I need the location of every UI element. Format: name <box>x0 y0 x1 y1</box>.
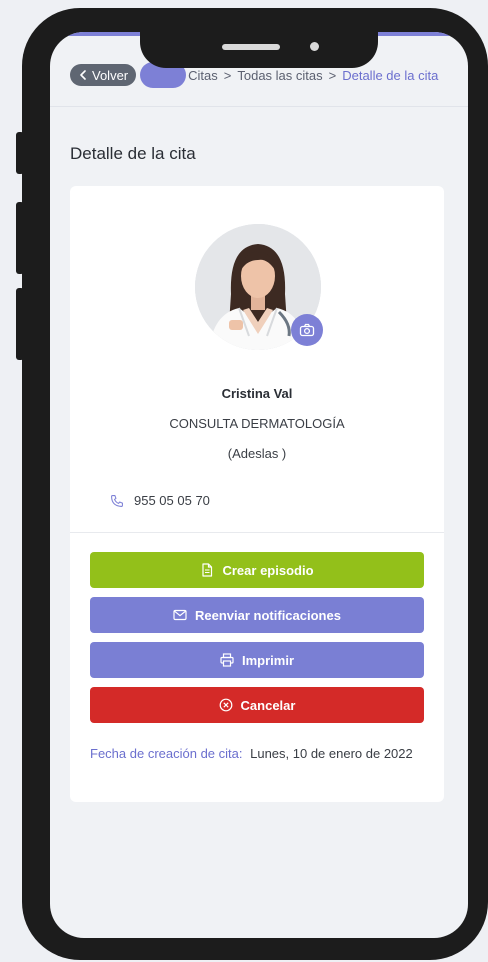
patient-name: Cristina Val <box>221 386 293 401</box>
avatar-container <box>195 224 323 350</box>
breadcrumb-separator: > <box>328 67 337 83</box>
change-photo-button[interactable] <box>291 314 323 346</box>
phone-notch <box>140 32 378 68</box>
creation-date-label: Fecha de creación de cita: <box>90 746 243 761</box>
create-episode-button[interactable]: Crear episodio <box>90 552 424 588</box>
phone-screen: Volver Citas > Todas las citas > Detalle… <box>50 32 468 938</box>
create-episode-label: Crear episodio <box>222 562 314 578</box>
breadcrumb-todas-las-citas[interactable]: Todas las citas <box>237 68 322 83</box>
resend-notifications-label: Reenviar notificaciones <box>195 607 341 623</box>
camera-icon <box>299 323 315 337</box>
breadcrumb-detalle: Detalle de la cita <box>342 67 439 83</box>
phone-contact[interactable]: 955 05 05 70 <box>110 493 210 508</box>
breadcrumb-citas[interactable]: Citas <box>188 68 218 83</box>
cancel-circle-icon <box>219 698 232 712</box>
document-icon <box>202 563 213 577</box>
appointment-card: Cristina Val CONSULTA DERMATOLOGÍA (Ades… <box>70 186 444 802</box>
resend-notifications-button[interactable]: Reenviar notificaciones <box>90 597 424 633</box>
chevron-left-icon <box>80 70 86 80</box>
phone-number: 955 05 05 70 <box>134 493 210 508</box>
creation-date-value: Lunes, 10 de enero de 2022 <box>250 746 413 761</box>
cancel-button[interactable]: Cancelar <box>90 687 424 723</box>
page-title: Detalle de la cita <box>70 144 196 163</box>
print-button[interactable]: Imprimir <box>90 642 424 678</box>
breadcrumb-separator: > <box>223 67 232 83</box>
back-button-label: Volver <box>92 67 129 83</box>
back-button[interactable]: Volver <box>70 64 137 86</box>
breadcrumb-divider <box>50 106 468 107</box>
notch-speaker <box>222 44 280 50</box>
printer-icon <box>220 653 234 667</box>
notch-camera <box>310 42 319 51</box>
breadcrumb: Citas > Todas las citas > Detalle de la … <box>188 68 438 83</box>
cancel-label: Cancelar <box>240 697 296 713</box>
phone-icon <box>111 494 123 507</box>
card-divider <box>70 532 444 533</box>
appointment-specialty: CONSULTA DERMATOLOGÍA <box>169 416 345 431</box>
print-label: Imprimir <box>241 652 294 668</box>
envelope-icon <box>173 609 187 621</box>
insurance-name: (Adeslas ) <box>227 446 287 461</box>
creation-date: Fecha de creación de cita: Lunes, 10 de … <box>90 744 420 764</box>
